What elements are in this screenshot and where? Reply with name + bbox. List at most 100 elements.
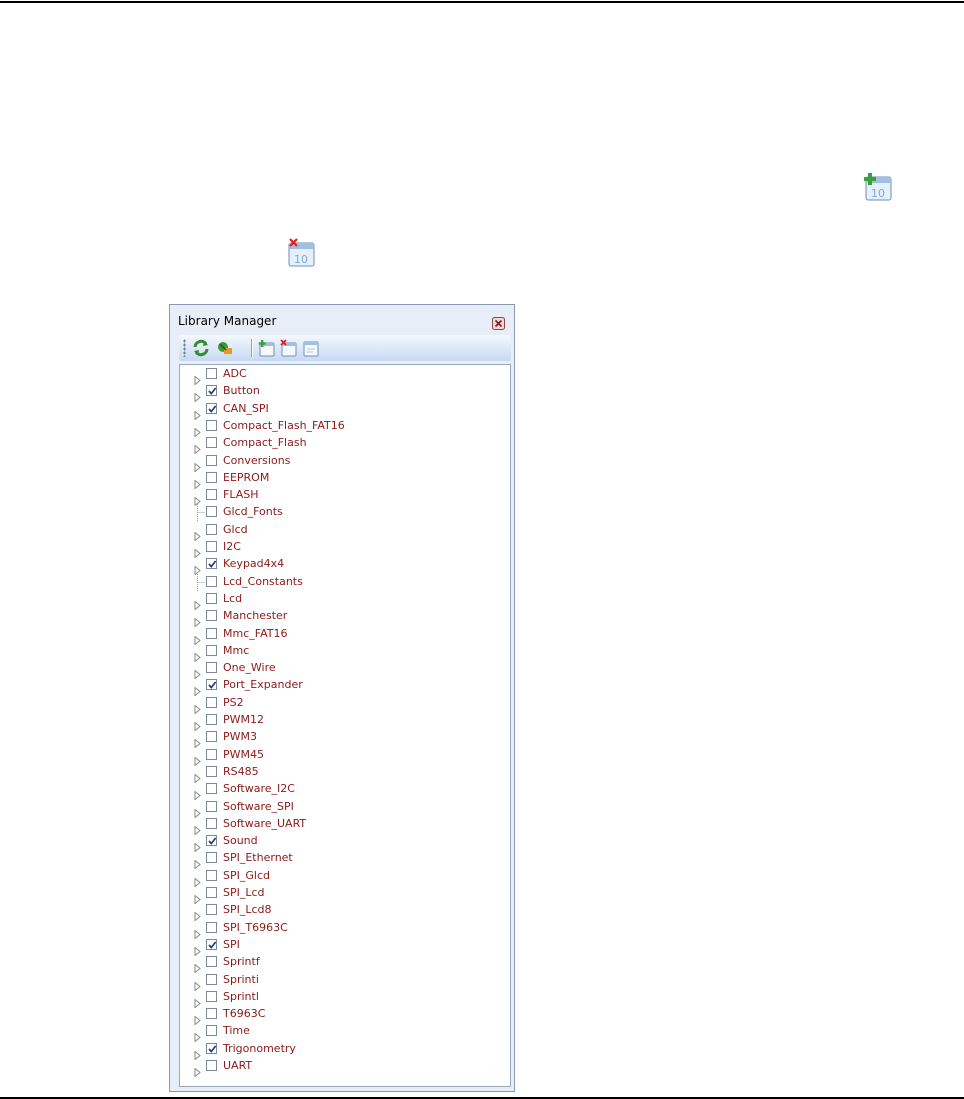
library-item[interactable]: Button xyxy=(180,383,510,403)
library-item[interactable]: PWM3 xyxy=(180,729,510,749)
rebuild-icon[interactable] xyxy=(215,338,235,358)
library-item[interactable]: Sound xyxy=(180,833,510,853)
expand-arrow-icon[interactable] xyxy=(194,820,201,836)
library-checkbox[interactable] xyxy=(206,990,217,1002)
library-checkbox[interactable] xyxy=(206,817,217,829)
expand-arrow-icon[interactable] xyxy=(194,370,201,386)
expand-arrow-icon[interactable] xyxy=(194,681,201,697)
library-item[interactable]: Time xyxy=(180,1023,510,1043)
library-checkbox[interactable] xyxy=(206,783,217,795)
library-checkbox[interactable] xyxy=(206,471,217,483)
library-checkbox[interactable] xyxy=(206,800,217,812)
expand-arrow-icon[interactable] xyxy=(194,526,201,542)
library-item[interactable]: PS2 xyxy=(180,695,510,715)
expand-arrow-icon[interactable] xyxy=(194,924,201,940)
library-item[interactable]: Mmc_FAT16 xyxy=(180,626,510,646)
expand-arrow-icon[interactable] xyxy=(194,405,201,421)
library-item[interactable]: Mmc xyxy=(180,643,510,663)
library-item[interactable]: PWM12 xyxy=(180,712,510,732)
expand-arrow-icon[interactable] xyxy=(194,768,201,784)
library-item[interactable]: SPI_Glcd xyxy=(180,868,510,888)
library-checkbox[interactable] xyxy=(206,558,217,570)
expand-arrow-icon[interactable] xyxy=(194,474,201,490)
expand-arrow-icon[interactable] xyxy=(194,630,201,646)
check-all-icon[interactable] xyxy=(257,338,277,358)
expand-arrow-icon[interactable] xyxy=(194,716,201,732)
library-item[interactable]: RS485 xyxy=(180,764,510,784)
library-checkbox[interactable] xyxy=(206,592,217,604)
library-checkbox[interactable] xyxy=(206,938,217,950)
library-item[interactable]: SPI_Ethernet xyxy=(180,850,510,870)
library-checkbox[interactable] xyxy=(206,662,217,674)
library-item[interactable]: SPI xyxy=(180,937,510,957)
clear-all-icon[interactable] xyxy=(279,338,299,358)
library-checkbox[interactable] xyxy=(206,869,217,881)
library-item[interactable]: Compact_Flash_FAT16 xyxy=(180,418,510,438)
library-item[interactable]: EEPROM xyxy=(180,470,510,490)
library-checkbox[interactable] xyxy=(206,852,217,864)
expand-arrow-icon[interactable] xyxy=(194,439,201,455)
expand-arrow-icon[interactable] xyxy=(194,387,201,403)
library-checkbox[interactable] xyxy=(206,714,217,725)
library-checkbox[interactable] xyxy=(206,904,217,916)
refresh-icon[interactable] xyxy=(191,338,211,358)
expand-arrow-icon[interactable] xyxy=(194,976,201,992)
library-checkbox[interactable] xyxy=(206,887,217,898)
expand-arrow-icon[interactable] xyxy=(194,1027,201,1043)
expand-arrow-icon[interactable] xyxy=(194,543,201,559)
library-checkbox[interactable] xyxy=(206,765,217,777)
library-item[interactable]: Software_UART xyxy=(180,816,510,836)
library-checkbox[interactable] xyxy=(206,402,217,414)
library-checkbox[interactable] xyxy=(206,956,217,968)
expand-arrow-icon[interactable] xyxy=(194,941,201,957)
expand-arrow-icon[interactable] xyxy=(194,785,201,801)
expand-arrow-icon[interactable] xyxy=(194,422,201,438)
library-checkbox[interactable] xyxy=(206,696,217,708)
library-item[interactable]: PWM45 xyxy=(180,747,510,767)
library-checkbox[interactable] xyxy=(206,419,217,431)
close-icon[interactable] xyxy=(492,315,505,330)
library-item[interactable]: Glcd_Fonts xyxy=(180,504,510,522)
library-item[interactable]: Keypad4x4 xyxy=(180,556,510,576)
library-checkbox[interactable] xyxy=(206,1008,217,1020)
library-item[interactable]: Sprinti xyxy=(180,972,510,992)
library-checkbox[interactable] xyxy=(206,437,217,449)
library-item[interactable]: Conversions xyxy=(180,453,510,473)
library-checkbox[interactable] xyxy=(206,1060,217,1071)
library-checkbox[interactable] xyxy=(206,489,217,501)
expand-arrow-icon[interactable] xyxy=(194,1010,201,1026)
library-checkbox[interactable] xyxy=(206,541,217,552)
library-item[interactable]: FLASH xyxy=(180,487,510,507)
library-item[interactable]: CAN_SPI xyxy=(180,401,510,421)
expand-arrow-icon[interactable] xyxy=(194,699,201,715)
expand-arrow-icon[interactable] xyxy=(194,803,201,819)
library-checkbox[interactable] xyxy=(206,523,217,535)
library-item[interactable]: Lcd_Constants xyxy=(180,573,510,591)
library-item[interactable]: ADC xyxy=(180,366,510,386)
expand-arrow-icon[interactable] xyxy=(194,751,201,767)
library-item[interactable]: Software_I2C xyxy=(180,781,510,801)
library-item[interactable]: UART xyxy=(180,1058,510,1078)
library-checkbox[interactable] xyxy=(206,973,217,985)
expand-arrow-icon[interactable] xyxy=(194,733,201,749)
library-item[interactable]: T6963C xyxy=(180,1006,510,1026)
library-item[interactable]: I2C xyxy=(180,539,510,559)
expand-arrow-icon[interactable] xyxy=(194,491,201,507)
library-item[interactable]: Lcd xyxy=(180,591,510,611)
expand-arrow-icon[interactable] xyxy=(194,1045,201,1061)
expand-arrow-icon[interactable] xyxy=(194,595,201,611)
restore-default-icon[interactable] xyxy=(301,338,321,358)
expand-arrow-icon[interactable] xyxy=(194,889,201,905)
expand-arrow-icon[interactable] xyxy=(194,664,201,680)
library-checkbox[interactable] xyxy=(206,627,217,639)
library-item[interactable]: SPI_Lcd8 xyxy=(180,902,510,922)
library-checkbox[interactable] xyxy=(206,835,217,847)
expand-arrow-icon[interactable] xyxy=(194,872,201,888)
expand-arrow-icon[interactable] xyxy=(194,560,201,576)
toolbar-grip[interactable] xyxy=(183,339,186,357)
library-checkbox[interactable] xyxy=(206,1042,217,1054)
library-checkbox[interactable] xyxy=(206,610,217,622)
library-item[interactable]: Glcd xyxy=(180,522,510,542)
library-item[interactable]: Port_Expander xyxy=(180,677,510,697)
library-checkbox[interactable] xyxy=(206,731,217,743)
